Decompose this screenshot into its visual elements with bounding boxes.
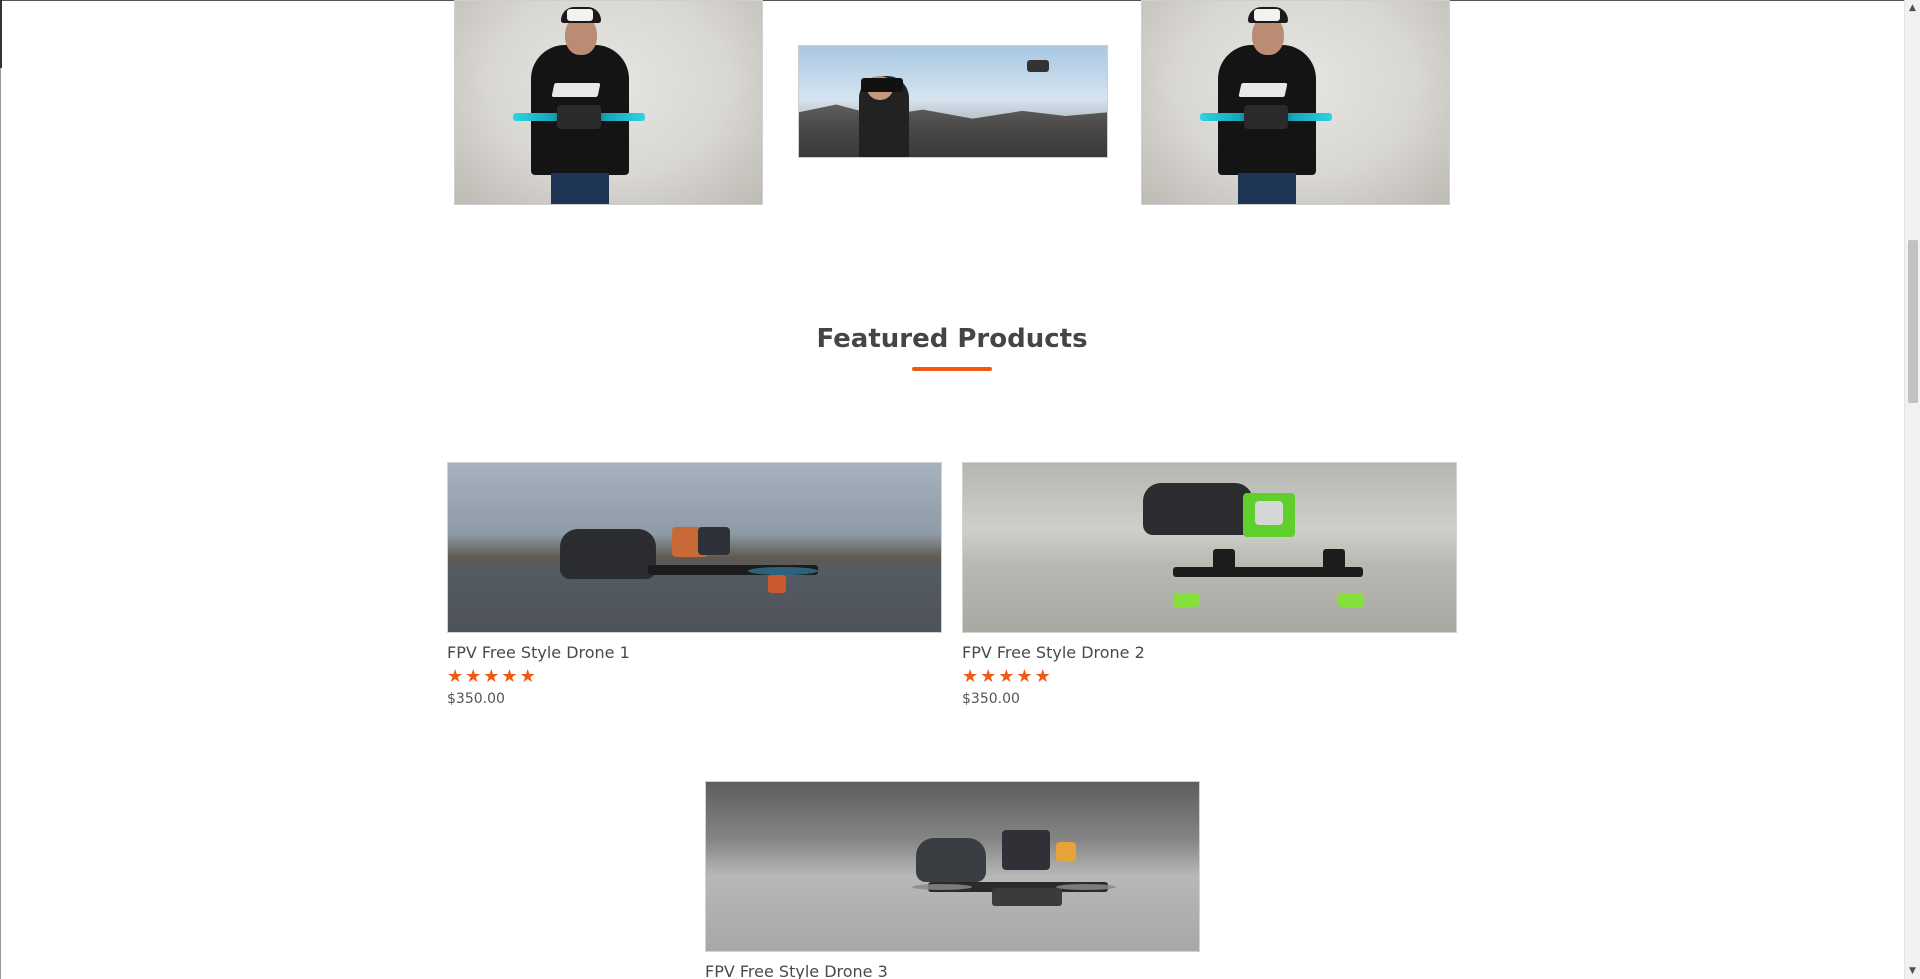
propeller	[748, 567, 818, 575]
rating-stars-1: ★ ★ ★ ★ ★	[447, 667, 942, 687]
star-icon: ★	[962, 666, 979, 687]
vertical-scrollbar[interactable]: ▲ ▼	[1904, 0, 1920, 979]
fpv-goggles	[916, 838, 986, 882]
motor	[768, 575, 786, 593]
product-image-3[interactable]	[705, 781, 1200, 952]
star-icon: ★	[483, 666, 500, 687]
scrollbar-thumb[interactable]	[1908, 240, 1918, 403]
flying-drone	[1027, 60, 1049, 72]
action-camera	[1002, 830, 1050, 870]
camera-lens	[1255, 501, 1283, 525]
window-top-border	[0, 0, 1904, 1]
scroll-down-icon[interactable]: ▼	[1905, 963, 1920, 979]
rocks	[799, 104, 1107, 157]
window-left-marker	[0, 0, 2, 68]
product-image-1[interactable]	[447, 462, 942, 633]
star-icon: ★	[980, 666, 997, 687]
pilot-jeans	[1238, 173, 1296, 204]
page-viewport: Featured Products FPV Free Style Drone 1…	[0, 0, 1920, 979]
star-icon: ★	[501, 666, 518, 687]
title-underline	[912, 367, 992, 371]
gallery-image-pilot-right[interactable]	[1141, 0, 1450, 205]
hoodie-logo	[551, 83, 601, 97]
gallery-image-pilot-sky[interactable]	[798, 45, 1108, 158]
product-card-2: FPV Free Style Drone 2 ★ ★ ★ ★ ★ $350.00	[962, 462, 1457, 707]
star-icon: ★	[465, 666, 482, 687]
arm-guard	[1173, 593, 1199, 607]
product-price-1: $350.00	[447, 691, 505, 707]
camera-mount	[698, 527, 730, 555]
propeller	[912, 884, 972, 890]
propeller	[1056, 884, 1116, 890]
fpv-goggles	[861, 78, 903, 92]
scroll-up-icon[interactable]: ▲	[1905, 0, 1920, 16]
arm-guard	[1338, 593, 1364, 607]
product-name-1[interactable]: FPV Free Style Drone 1	[447, 643, 942, 662]
star-icon: ★	[447, 666, 464, 687]
battery	[1056, 842, 1076, 862]
gallery-image-pilot-left[interactable]	[454, 0, 763, 205]
pilot-goggles	[1254, 9, 1280, 21]
window-left-border	[0, 0, 1, 979]
product-price-2: $350.00	[962, 691, 1020, 707]
pilot-goggles	[567, 9, 593, 21]
rating-stars-2: ★ ★ ★ ★ ★	[962, 667, 1457, 687]
product-card-3: FPV Free Style Drone 3	[705, 781, 1200, 979]
pilot-jeans	[551, 173, 609, 204]
product-image-2[interactable]	[962, 462, 1457, 633]
section-title: Featured Products	[816, 324, 1088, 354]
star-icon: ★	[998, 666, 1015, 687]
hoodie-logo	[1238, 83, 1288, 97]
product-name-3[interactable]: FPV Free Style Drone 3	[705, 962, 1200, 979]
star-icon: ★	[1034, 666, 1051, 687]
held-drone-body	[557, 105, 601, 129]
held-drone-body	[1244, 105, 1288, 129]
fpv-goggles	[1143, 483, 1253, 535]
product-card-1: FPV Free Style Drone 1 ★ ★ ★ ★ ★ $350.00	[447, 462, 942, 707]
fpv-goggles	[560, 529, 656, 579]
star-icon: ★	[1016, 666, 1033, 687]
motor	[1323, 549, 1345, 571]
star-icon: ★	[519, 666, 536, 687]
product-name-2[interactable]: FPV Free Style Drone 2	[962, 643, 1457, 662]
motor	[1213, 549, 1235, 571]
drone-body	[992, 888, 1062, 906]
